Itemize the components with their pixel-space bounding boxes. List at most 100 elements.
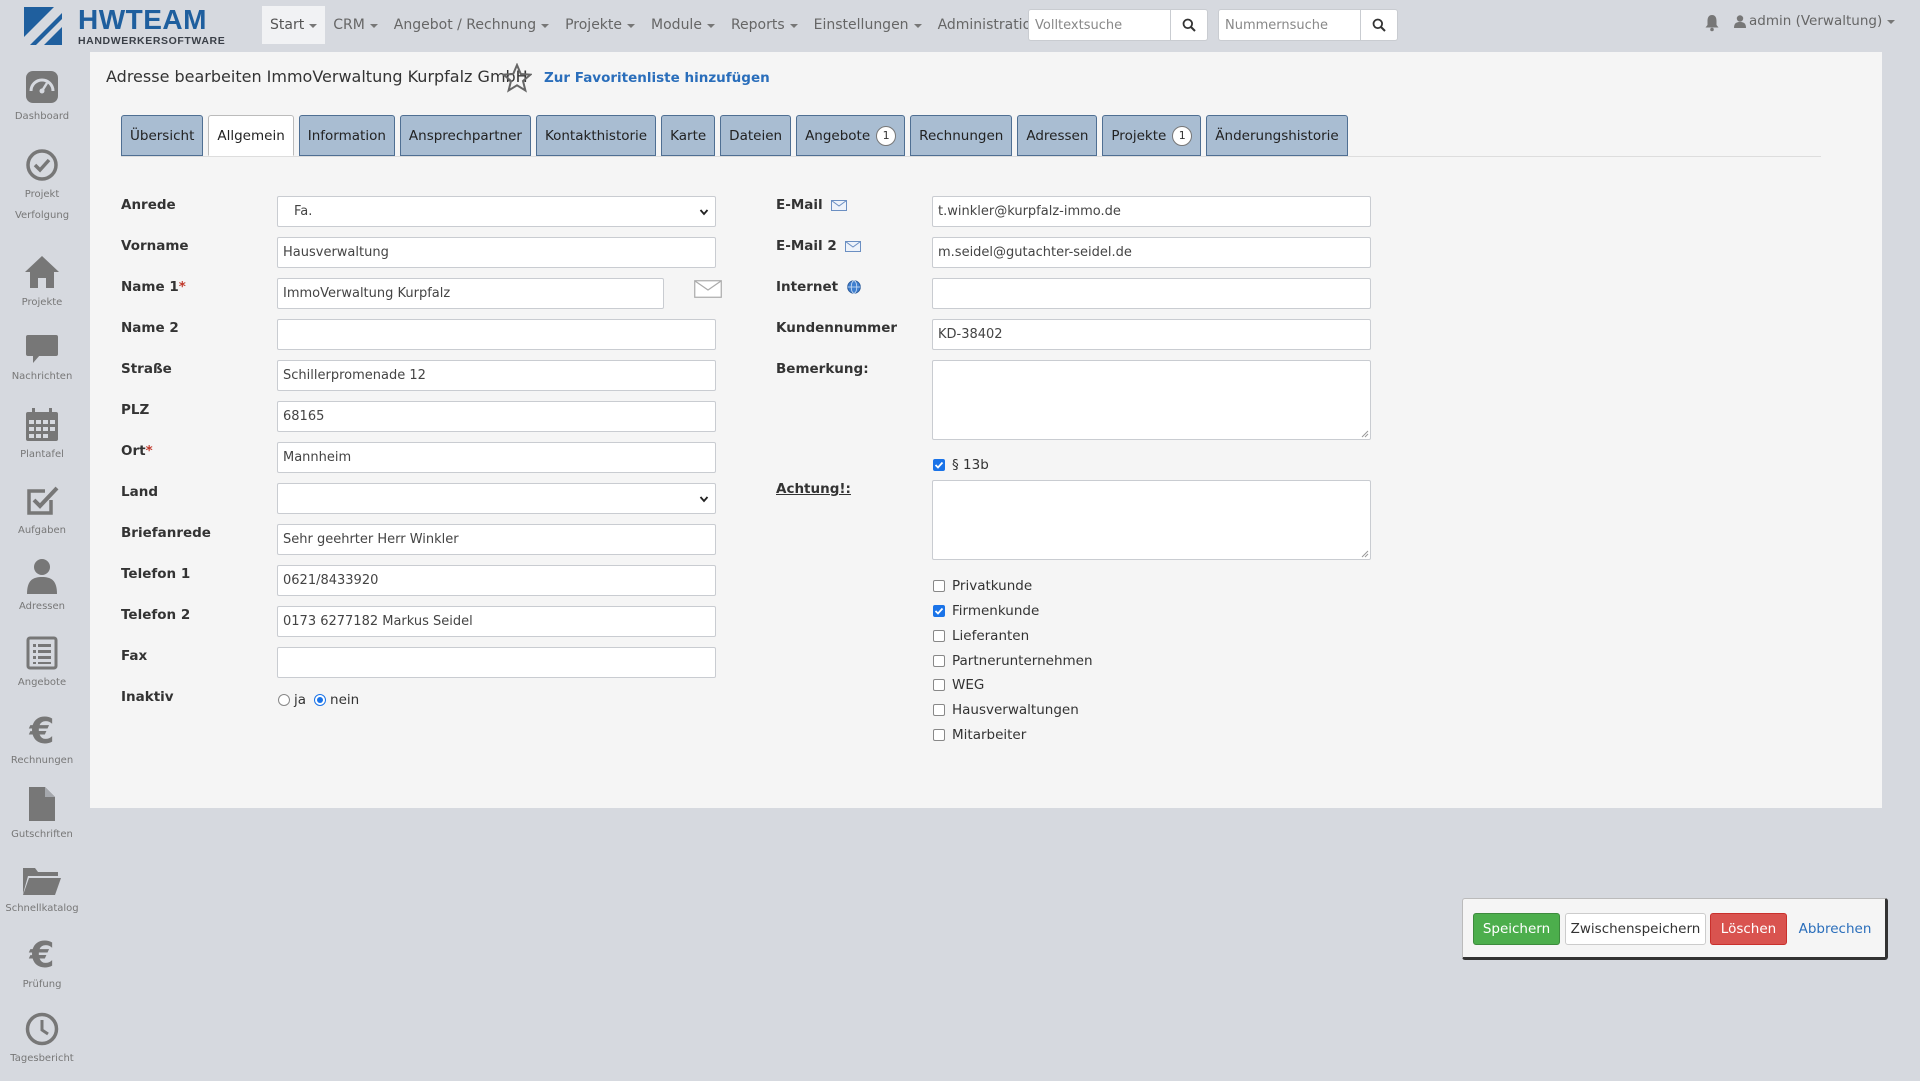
tab-label: Information (307, 127, 386, 144)
sidebar-label: Nachrichten (11, 371, 73, 382)
tab-information[interactable]: Information (298, 115, 395, 156)
partnerunternehmen-checkbox[interactable] (933, 655, 945, 667)
tab-aenderungshistorie[interactable]: Änderungshistorie (1206, 115, 1348, 156)
checkbox-row-privatkunde[interactable]: Privatkunde (933, 578, 1032, 594)
star-icon[interactable] (502, 63, 532, 93)
fax-input[interactable] (277, 647, 716, 678)
mail-icon[interactable] (831, 199, 848, 211)
tab-uebersicht[interactable]: Übersicht (121, 115, 204, 156)
sidebar-item-nachrichten[interactable]: Nachrichten (0, 334, 84, 387)
sidebar-item-angebote[interactable]: Angebote (0, 636, 84, 693)
tab-karte[interactable]: Karte (661, 115, 716, 156)
save-button[interactable]: Speichern (1473, 913, 1560, 945)
tab-ansprechpartner[interactable]: Ansprechpartner (399, 115, 531, 156)
number-search-button[interactable] (1360, 9, 1398, 41)
weg-checkbox[interactable] (933, 679, 945, 691)
sidebar-label: Schnellkatalog (5, 903, 79, 914)
name1-input[interactable]: ImmoVerwaltung Kurpfalz (277, 278, 664, 309)
checkbox-row-hausverwaltungen[interactable]: Hausverwaltungen (933, 702, 1079, 718)
sidebar-item-aufgaben[interactable]: Aufgaben (0, 484, 84, 541)
cancel-link[interactable]: Abbrechen (1793, 913, 1877, 945)
tab-label: Dateien (729, 127, 783, 144)
kundennummer-input[interactable]: KD-38402 (932, 319, 1371, 350)
menu-crm[interactable]: CRM (325, 6, 386, 44)
firmenkunde-checkbox[interactable] (933, 605, 945, 617)
briefanrede-input[interactable]: Sehr geehrter Herr Winkler (277, 524, 716, 555)
tab-adressen[interactable]: Adressen (1017, 115, 1098, 156)
anrede-select[interactable]: Fa. (277, 196, 716, 227)
achtung-textarea[interactable] (932, 480, 1371, 560)
tab-angebote[interactable]: Angebote 1 (796, 115, 906, 156)
menu-angebot-rechnung[interactable]: Angebot / Rechnung (386, 6, 557, 44)
fulltext-search-button[interactable] (1170, 9, 1208, 41)
telefon1-input[interactable]: 0621/8433920 (277, 565, 716, 596)
menu-reports[interactable]: Reports (723, 6, 806, 44)
tab-kontakthistorie[interactable]: Kontakthistorie (535, 115, 657, 156)
bemerkung-textarea[interactable] (932, 360, 1371, 440)
menu-module[interactable]: Module (643, 6, 723, 44)
caret-down-icon (369, 24, 378, 28)
internet-input[interactable] (932, 278, 1371, 309)
inaktiv-radio-ja[interactable] (278, 694, 290, 706)
tab-label: Projekte (1111, 127, 1167, 144)
email2-input[interactable]: m.seidel@gutachter-seidel.de (932, 237, 1371, 268)
internet-label: Internet (776, 279, 861, 295)
checkbox-row-lieferanten[interactable]: Lieferanten (933, 628, 1029, 644)
checkbox-label: Firmenkunde (952, 603, 1040, 619)
sidebar-item-dashboard[interactable]: Dashboard (0, 70, 84, 127)
telefon2-input[interactable]: 0173 6277182 Markus Seidel (277, 606, 716, 637)
inaktiv-radio-nein[interactable] (314, 694, 327, 706)
caret-down-icon (789, 24, 798, 28)
checkbox-row-weg[interactable]: WEG (933, 677, 984, 693)
sidebar-item-gutschriften[interactable]: Gutschriften (0, 786, 84, 845)
fulltext-search-input[interactable] (1028, 9, 1170, 41)
menu-label: Angebot / Rechnung (393, 17, 537, 33)
tab-rechnungen[interactable]: Rechnungen (910, 115, 1013, 156)
sidebar-item-projekte[interactable]: Projekte (0, 254, 84, 313)
name2-input[interactable] (277, 319, 716, 350)
sidebar-item-pruefung[interactable]: € Prüfung (0, 936, 84, 995)
tab-dateien[interactable]: Dateien (720, 115, 792, 156)
privatkunde-checkbox[interactable] (933, 580, 945, 592)
ort-input[interactable]: Mannheim (277, 442, 716, 473)
resize-handle-icon[interactable] (1361, 550, 1369, 558)
checkbox-row-partnerunternehmen[interactable]: Partnerunternehmen (933, 653, 1093, 669)
tab-projekte[interactable]: Projekte 1 (1102, 115, 1202, 156)
checkbox-row-mitarbeiter[interactable]: Mitarbeiter (933, 727, 1026, 743)
tab-allgemein[interactable]: Allgemein (208, 115, 294, 156)
add-favorite-link[interactable]: Zur Favoritenliste hinzufügen (544, 70, 770, 86)
land-select[interactable] (277, 483, 716, 514)
sidebar-item-schnellkatalog[interactable]: Schnellkatalog (0, 864, 84, 919)
mitarbeiter-checkbox[interactable] (933, 729, 945, 741)
brand-logo[interactable]: HWTEAM HANDWERKERSOFTWARE (24, 5, 225, 46)
sidebar-item-tagesbericht[interactable]: Tagesbericht (0, 1012, 84, 1069)
globe-icon[interactable] (847, 280, 861, 294)
strasse-input[interactable]: Schillerpromenade 12 (277, 360, 716, 391)
envelope-icon[interactable] (694, 280, 722, 298)
user-menu[interactable]: admin (Verwaltung) (1734, 13, 1896, 29)
delete-button[interactable]: Löschen (1710, 913, 1787, 945)
hausverwaltungen-checkbox[interactable] (933, 704, 945, 716)
sidebar-label: Gutschriften (11, 829, 73, 840)
checkbox-row-firmenkunde[interactable]: Firmenkunde (933, 603, 1039, 619)
menu-start[interactable]: Start (262, 6, 326, 44)
p13b-checkbox[interactable] (933, 459, 945, 471)
sidebar-label: Prüfung (22, 979, 62, 990)
resize-handle-icon[interactable] (1361, 430, 1369, 438)
email-input[interactable]: t.winkler@kurpfalz-immo.de (932, 196, 1371, 227)
menu-einstellungen[interactable]: Einstellungen (806, 6, 930, 44)
lieferanten-checkbox[interactable] (933, 630, 945, 642)
intermediate-save-button[interactable]: Zwischenspeichern (1565, 913, 1706, 945)
sidebar-item-rechnungen[interactable]: € Rechnungen (0, 712, 84, 771)
menu-projekte[interactable]: Projekte (557, 6, 643, 44)
vorname-input[interactable]: Hausverwaltung (277, 237, 716, 268)
sidebar-item-plantafel[interactable]: Plantafel (0, 408, 84, 465)
number-search-input[interactable] (1218, 9, 1360, 41)
sidebar-item-adressen[interactable]: Adressen (0, 558, 84, 617)
chevron-down-icon (699, 495, 709, 502)
mail-icon[interactable] (845, 240, 862, 252)
sidebar-item-projekt-verfolgung[interactable]: Projekt Verfolgung (0, 148, 84, 226)
plz-input[interactable]: 68165 (277, 401, 716, 432)
bell-icon[interactable] (1704, 14, 1720, 32)
p13b-checkbox-row[interactable]: § 13b (933, 457, 989, 473)
